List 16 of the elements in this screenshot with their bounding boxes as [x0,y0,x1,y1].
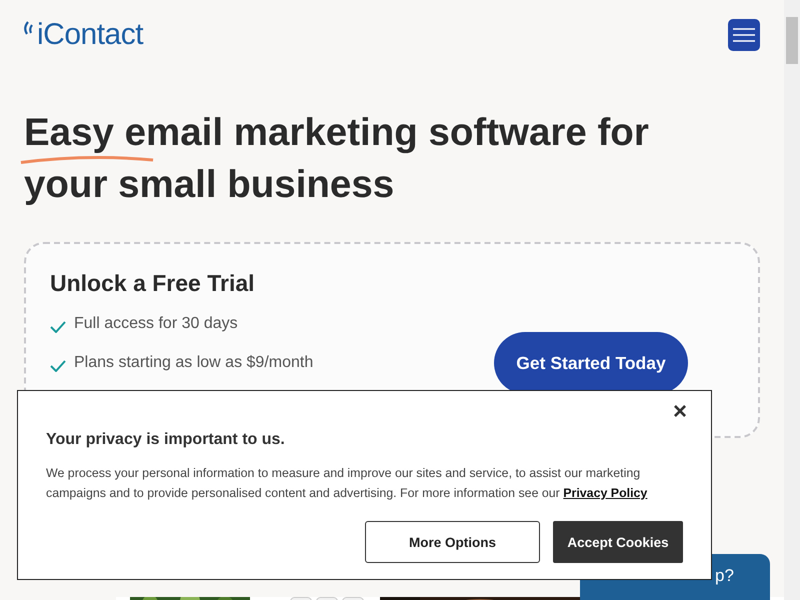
menu-icon [733,28,755,42]
card-title: Unlock a Free Trial [50,270,256,297]
accept-cookies-button[interactable]: Accept Cookies [553,521,683,563]
hero-heading-line: your small business [24,164,394,206]
hero-heading-line: Easy email marketing software for [24,112,649,154]
benefit-text: Plans starting as low as $9/month [74,354,314,372]
check-icon [50,360,66,372]
check-icon [50,321,66,333]
cookie-text: We process your personal information to measure and improve our sites and service, to assist our marketing campaigns and to provide personalised content and advertising. For more information see our Privacy Policy [46,465,648,502]
more-options-button[interactable]: More Options [365,521,540,563]
menu-button[interactable] [728,19,760,51]
privacy-policy-link[interactable]: Privacy Policy [563,486,648,500]
cookie-title: Your privacy is important to us. [46,431,286,449]
close-button[interactable]: × [668,401,691,423]
logo[interactable]: iContact [37,18,144,52]
benefit-text: Full access for 30 days [74,315,238,333]
